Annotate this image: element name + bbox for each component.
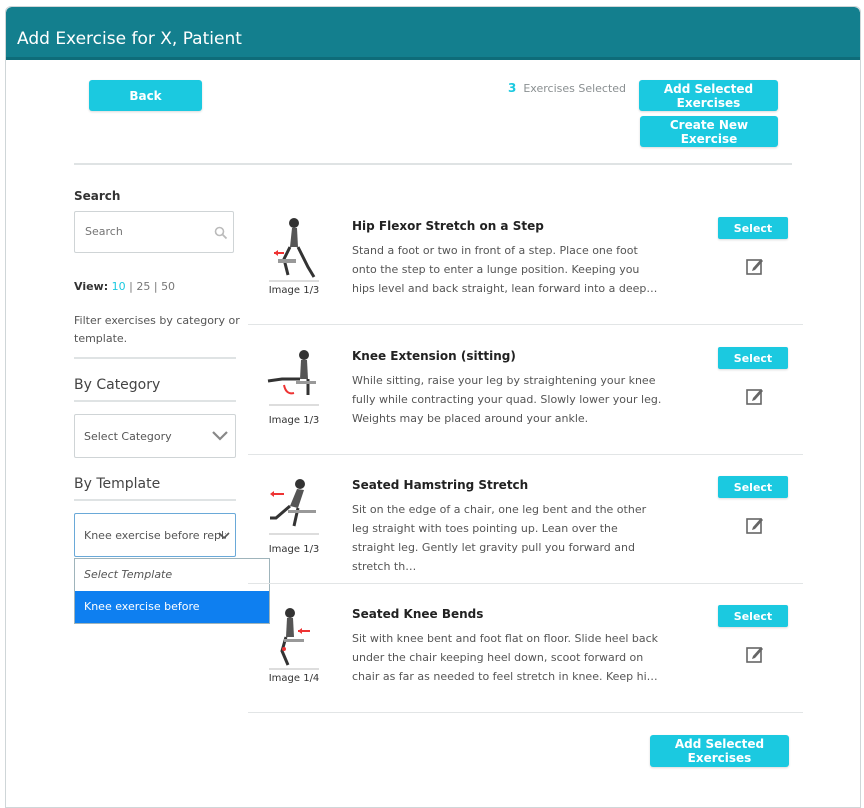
divider [74, 400, 236, 402]
exercise-row: Image 1/3 Seated Hamstring Stretch Sit o… [248, 454, 803, 584]
create-new-exercise-button[interactable]: Create New Exercise [640, 116, 778, 147]
template-option-placeholder[interactable]: Select Template [75, 559, 269, 591]
title-bar: Add Exercise for X, Patient [6, 7, 860, 60]
edit-icon[interactable] [745, 256, 765, 276]
divider [74, 499, 236, 501]
image-caption: Image 1/3 [268, 415, 320, 426]
view-separator: | [129, 280, 133, 293]
exercise-image [269, 218, 319, 282]
image-caption: Image 1/3 [268, 285, 320, 296]
view-label: View: [74, 280, 109, 293]
selected-count: 3 [508, 81, 517, 95]
search-input[interactable] [83, 224, 207, 239]
exercise-description: Sit on the edge of a chair, one leg bent… [352, 503, 647, 573]
template-select[interactable]: Knee exercise before repla [74, 513, 236, 557]
exercise-title: Knee Extension (sitting) [352, 349, 516, 363]
exercise-row: Image 1/4 Seated Knee Bends Sit with kne… [248, 583, 803, 713]
search-field[interactable] [74, 211, 234, 253]
category-select-value: Select Category [84, 430, 172, 443]
divider [74, 163, 792, 165]
edit-icon[interactable] [745, 515, 765, 535]
selected-count-label: Exercises Selected [523, 82, 627, 95]
exercise-image [267, 350, 319, 406]
view-option-50[interactable]: 50 [161, 280, 175, 293]
exercise-image [269, 479, 319, 535]
page-title: Add Exercise for X, Patient [17, 29, 242, 49]
exercise-title: Seated Knee Bends [352, 607, 484, 621]
category-select[interactable]: Select Category [74, 414, 236, 458]
exercise-description: While sitting, raise your leg by straigh… [352, 374, 662, 425]
template-option-knee[interactable]: Knee exercise before replacement [75, 591, 269, 645]
search-icon [214, 226, 228, 240]
exercise-title: Hip Flexor Stretch on a Step [352, 219, 544, 233]
view-option-10[interactable]: 10 [112, 280, 126, 293]
exercise-image [269, 608, 319, 670]
selected-counter: 3 Exercises Selected [508, 81, 626, 95]
modal-window: Add Exercise for X, Patient Back 3 Exerc… [5, 6, 861, 808]
exercise-row: Image 1/3 Knee Extension (sitting) While… [248, 325, 803, 455]
template-dropdown-list: Select Template Knee exercise before rep… [74, 558, 270, 645]
select-exercise-button[interactable]: Select [718, 605, 788, 627]
exercise-description: Sit with knee bent and foot flat on floo… [352, 632, 659, 683]
image-caption: Image 1/3 [268, 544, 320, 555]
edit-icon[interactable] [745, 644, 765, 664]
view-selector: View: 10 | 25 | 50 [74, 280, 175, 293]
exercise-title: Seated Hamstring Stretch [352, 478, 529, 492]
back-button[interactable]: Back [89, 80, 202, 111]
select-exercise-button[interactable]: Select [718, 217, 788, 239]
view-separator: | [153, 280, 158, 293]
select-exercise-button[interactable]: Select [718, 476, 788, 498]
add-selected-exercises-button-bottom[interactable]: Add Selected Exercises [650, 735, 789, 767]
edit-icon[interactable] [745, 386, 765, 406]
view-option-25[interactable]: 25 [136, 280, 150, 293]
divider [74, 357, 236, 359]
exercise-description: Stand a foot or two in front of a step. … [352, 244, 658, 295]
exercise-row: Image 1/3 Hip Flexor Stretch on a Step S… [248, 195, 803, 325]
category-heading: By Category [74, 377, 161, 393]
image-caption: Image 1/4 [268, 673, 320, 684]
search-heading: Search [74, 189, 121, 203]
select-exercise-button[interactable]: Select [718, 347, 788, 369]
filter-note: Filter exercises by category or template… [74, 314, 240, 345]
template-select-value: Knee exercise before repla [84, 529, 226, 542]
chevron-down-icon [218, 532, 230, 540]
template-heading: By Template [74, 476, 161, 492]
add-selected-exercises-button[interactable]: Add Selected Exercises [639, 80, 778, 111]
chevron-down-icon [212, 431, 228, 441]
